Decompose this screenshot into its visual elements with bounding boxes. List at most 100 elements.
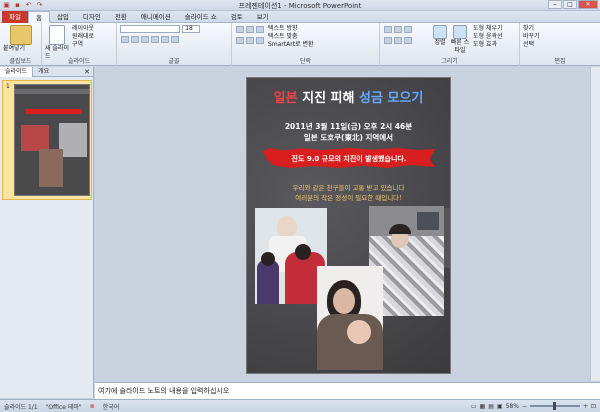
reset-button[interactable]: 원래대로	[72, 33, 94, 41]
tab-insert[interactable]: 삽입	[50, 11, 76, 23]
thumb-photo-1	[21, 125, 49, 151]
maximize-icon[interactable]: □	[563, 0, 577, 9]
editing-group-label: 편집	[554, 58, 566, 65]
clipboard-group-label: 클립보드	[9, 58, 32, 65]
shape-effects-button[interactable]: 도형 효과	[473, 41, 503, 49]
ribbon-tabs: 파일 홈 삽입 디자인 전환 애니메이션 슬라이드 쇼 검토 보기	[0, 10, 600, 23]
minimize-icon[interactable]: ‒	[548, 0, 562, 9]
thumb-title-strip	[15, 89, 89, 94]
photo-embrace[interactable]	[317, 266, 383, 370]
strikethrough-icon[interactable]	[151, 36, 159, 43]
title-bar: ▣ ▪ ↶ ↷ 프레젠테이션1 - Microsoft PowerPoint ‒…	[0, 0, 600, 11]
zoom-control: ▭ ▦ ▤ ▣ 58% − + ⊡	[471, 402, 600, 410]
text-direction-button[interactable]: 텍스트 방향	[268, 25, 314, 33]
slide-message-2[interactable]: 여러분의 작은 정성이 필요한 때입니다!	[247, 192, 450, 202]
tab-review[interactable]: 검토	[224, 11, 250, 23]
slide-date[interactable]: 2011년 3월 11일(금) 오후 2시 46분	[247, 121, 450, 132]
tab-design[interactable]: 디자인	[76, 11, 108, 23]
fit-to-window-icon[interactable]: ⊡	[591, 403, 596, 410]
shadow-icon[interactable]	[171, 36, 179, 43]
new-slide-icon[interactable]	[49, 25, 65, 45]
zoom-out-icon[interactable]: −	[522, 403, 527, 410]
window-controls: ‒ □ ✕	[548, 0, 598, 9]
align-center-icon[interactable]	[246, 37, 254, 44]
bullets-icon[interactable]	[236, 26, 244, 33]
window-title: 프레젠테이션1 - Microsoft PowerPoint	[238, 2, 362, 10]
slide-canvas[interactable]: 일본 지진 피해 성금 모으기 2011년 3월 11일(금) 오후 2시 46…	[246, 77, 451, 374]
italic-icon[interactable]	[131, 36, 139, 43]
indent-icon[interactable]	[256, 26, 264, 33]
group-drawing: 정렬 빠른 스타일 도형 채우기 도형 윤곽선 도형 효과 그리기	[380, 23, 520, 66]
align-text-button[interactable]: 텍스트 맞춤	[268, 33, 314, 41]
title-part-2: 지진 피해	[297, 91, 359, 106]
paste-icon[interactable]	[9, 25, 32, 45]
thumb-banner	[25, 109, 81, 114]
slides-pane: 슬라이드 개요 ✕ 1	[0, 66, 94, 398]
shape-star-icon[interactable]	[394, 37, 402, 44]
align-right-icon[interactable]	[256, 37, 264, 44]
font-color-icon[interactable]	[161, 36, 169, 43]
title-part-1: 일본	[273, 91, 298, 106]
shape-arrow-icon[interactable]	[384, 37, 392, 44]
theme-name[interactable]: "Office 테마"	[42, 402, 86, 411]
spellcheck-icon[interactable]: ⊗	[86, 403, 99, 410]
replace-button[interactable]: 바꾸기	[523, 33, 597, 41]
close-icon[interactable]: ✕	[84, 68, 90, 76]
tab-transitions[interactable]: 전환	[108, 11, 134, 23]
shape-outline-button[interactable]: 도형 윤곽선	[473, 33, 503, 41]
tab-file[interactable]: 파일	[2, 10, 28, 23]
language[interactable]: 한국어	[99, 402, 124, 411]
shape-fill-button[interactable]: 도형 채우기	[473, 25, 503, 33]
underline-icon[interactable]	[141, 36, 149, 43]
thumb-photo-3	[39, 149, 63, 187]
slide-place[interactable]: 일본 도호쿠(東北) 지역에서	[247, 132, 450, 143]
zoom-level[interactable]: 58%	[506, 403, 519, 410]
tab-outline-pane[interactable]: 개요	[33, 67, 54, 77]
shape-more-icon[interactable]	[404, 37, 412, 44]
tab-animations[interactable]: 애니메이션	[134, 11, 178, 23]
paste-button[interactable]: 붙여넣기	[3, 45, 38, 53]
slide-position: 슬라이드 1/1	[4, 403, 38, 411]
tab-view[interactable]: 보기	[250, 11, 276, 23]
zoom-in-icon[interactable]: +	[583, 403, 588, 410]
close-icon[interactable]: ✕	[578, 0, 598, 9]
numbering-icon[interactable]	[246, 26, 254, 33]
slide-thumbnail-item[interactable]: 1	[2, 80, 92, 200]
section-button[interactable]: 구역	[72, 41, 94, 49]
find-button[interactable]: 찾기	[523, 25, 597, 33]
banner-text[interactable]: 진도 9.0 규모의 지진이 발생했습니다.	[263, 154, 435, 164]
align-left-icon[interactable]	[236, 37, 244, 44]
group-slides: 새 슬라이드 레이아웃 원래대로 구역 슬라이드	[42, 23, 117, 66]
tab-slides-pane[interactable]: 슬라이드	[0, 66, 34, 77]
bold-icon[interactable]	[121, 36, 129, 43]
slide-sorter-icon[interactable]: ▦	[480, 403, 486, 410]
vertical-scrollbar[interactable]	[590, 67, 600, 381]
ribbon: 붙여넣기 클립보드 새 슬라이드 레이아웃 원래대로 구역 슬라이드 18 글꼴…	[0, 23, 600, 66]
shape-oval-icon[interactable]	[404, 26, 412, 33]
normal-view-icon[interactable]: ▭	[471, 403, 477, 410]
smartart-button[interactable]: SmartArt로 변환	[268, 41, 314, 49]
font-size-field[interactable]: 18	[182, 25, 201, 33]
layout-button[interactable]: 레이아웃	[72, 25, 94, 33]
reading-view-icon[interactable]: ▤	[488, 403, 494, 410]
status-bar: 슬라이드 1/1 "Office 테마" ⊗ 한국어 ▭ ▦ ▤ ▣ 58% −…	[0, 399, 600, 412]
shape-line-icon[interactable]	[384, 26, 392, 33]
notes-field[interactable]: 여기에 슬라이드 노트의 내용을 입력하십시오	[95, 382, 600, 399]
zoom-slider[interactable]	[529, 402, 580, 410]
select-button[interactable]: 선택	[523, 41, 597, 49]
arrange-button[interactable]: 정렬	[433, 39, 447, 47]
zoom-slider-knob[interactable]	[553, 402, 557, 410]
tab-home[interactable]: 홈	[27, 10, 50, 23]
arrange-icon[interactable]	[433, 25, 447, 39]
group-paragraph: 텍스트 방향 텍스트 맞춤 SmartArt로 변환 단락	[232, 23, 380, 66]
font-name-field[interactable]	[120, 25, 180, 33]
slideshow-icon[interactable]: ▣	[497, 403, 503, 410]
slide-thumbnail[interactable]	[14, 84, 90, 196]
slide-title[interactable]: 일본 지진 피해 성금 모으기	[247, 87, 450, 106]
thumb-photo-2	[59, 123, 87, 157]
quick-styles-button[interactable]: 빠른 스타일	[449, 39, 471, 55]
shape-rect-icon[interactable]	[394, 26, 402, 33]
tab-slideshow[interactable]: 슬라이드 쇼	[178, 11, 224, 23]
slide-message-1[interactable]: 우리와 같은 친구들이 고통 받고 있습니다	[247, 182, 450, 192]
quick-styles-icon[interactable]	[453, 25, 467, 39]
